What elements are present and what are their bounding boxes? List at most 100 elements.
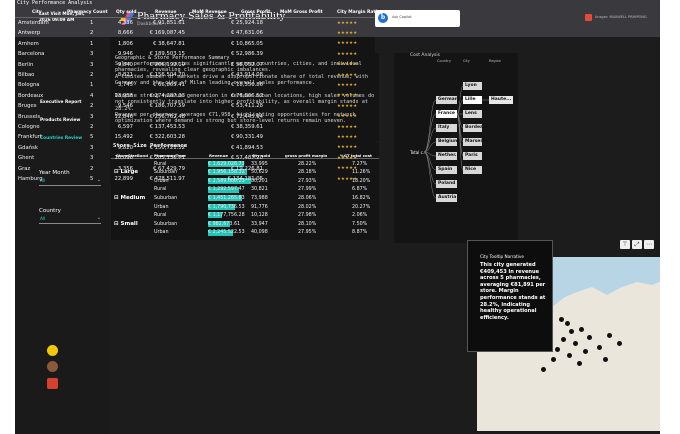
table-row[interactable]: Barcelona 3 9,946 € 189,503.15 € 52,986.39 ★★… [15,49,375,60]
tree-node-country[interactable]: Spain [436,166,457,174]
qty-cell: 10,128 [251,213,268,219]
qty-cell: 30,821 [251,187,268,193]
copilot-search-box[interactable]: b Ask Copilot [375,10,460,27]
table-row[interactable]: Graz 2 3,356 € 67,429.79 € 19,226.81 ★★★★★ [15,164,375,175]
star-rating: ★★★★★ [337,176,358,182]
map-marker[interactable] [561,337,566,342]
gt-cell: 8.87% [352,230,368,236]
table-row[interactable]: Bruges 2 9,546 € 186,707.59 € 53,411.28 ★★★★★ [15,101,375,112]
city-cell: Bordeaux [18,92,44,99]
table-row[interactable]: Hamburg 5 22,899 € 478,511.97 € 134,181.05 ★★… [15,174,375,185]
gpm-cell: 28.10% [298,221,317,227]
revenue-cell: € 186,707.59 [149,103,185,110]
tree-node-city[interactable]: Lens [463,110,482,118]
gross-profit-cell: € 19,226.81 [230,165,263,172]
map-marker[interactable] [603,357,608,362]
revenue-cell: € 67,429.79 [152,165,185,172]
qty-cell: 8,821 [117,72,133,78]
tree-node-country[interactable]: France [436,110,457,118]
qty-cell: 73,988 [251,195,268,201]
map-marker[interactable] [587,335,592,340]
qty-cell: 9,820 [117,144,133,151]
filter-icon[interactable]: ⊤ [620,240,630,249]
tree-node-country[interactable]: Italy [436,124,457,132]
map-marker[interactable] [577,361,582,366]
map-marker[interactable] [583,349,588,354]
pharmacy-type-cell: Suburban [154,221,178,227]
table-row[interactable]: Bologna 1 3,745 € 66,865.41 € 18,556.86 ★★★★★ [15,80,375,91]
table-row[interactable]: Brussels 3 12,846 € 256,762.48 € 72,445.94 ★★… [15,112,375,123]
tree-node-city[interactable]: Paris [463,152,482,160]
table-row[interactable]: Antwerp 2 8,666 € 169,087.45 € 47,631.06 ★★★★… [15,28,375,39]
gross-profit-cell: € 38,359.61 [230,124,263,130]
table-row[interactable]: Suburban € 1,451,265.83 73,988 28.06% 16.82% [111,194,379,202]
qty-cell: 8,666 [117,30,133,37]
map-marker[interactable] [559,317,564,322]
map-marker[interactable] [541,367,546,372]
map-marker[interactable] [551,357,556,362]
map-marker[interactable] [569,329,574,334]
country-dropdown[interactable]: All ⌄ [39,215,101,224]
tree-node-city[interactable]: Lille [463,96,482,104]
table-row[interactable]: Urban € 2,245,522.53 40,098 27.95% 8.87% [111,229,379,237]
tree-node-country[interactable]: Belgium [436,138,459,146]
table-row[interactable]: Rural € 1,177,756.28 10,128 27.98% 2.06% [111,212,379,220]
gross-profit-cell: € 47,631.06 [230,30,263,37]
table-row[interactable]: Gdańsk 3 9,820 € 150,721.52 € 41,894.53 ★★★★★ [15,143,375,154]
table-row[interactable]: Bilbao 2 8,821 € 156,504.70 € 43,914.08 ★★★★★ [15,70,375,81]
qty-cell: 9,546 [117,103,133,110]
table-row[interactable]: Berlin 3 9,840 € 206,192.19 € 58,052.07 ★★★★★ [15,60,375,71]
tree-node-country[interactable]: Germany [436,96,461,104]
table-row[interactable]: Ghent 3 10,096 € 205,136.71 € 57,487.20 ★★★★★ [15,153,375,164]
table-row[interactable]: Amsterdam 1 4,336 € 91,851.61 € 25,924.18 ★★★… [15,18,375,29]
gt-cell: 7.50% [352,221,368,227]
city-cell: Frankfurt [18,134,42,141]
table-row[interactable]: Bordeaux 4 13,956 € 274,287.33 € 76,566.52 ★★… [15,91,375,102]
tree-node-city[interactable]: Marseill... [463,138,490,146]
gmail-icon[interactable] [47,378,58,389]
region-node[interactable]: Haute... [489,96,513,104]
tree-node-country[interactable]: Austria [436,194,457,202]
map-marker[interactable] [573,341,578,346]
table-row[interactable]: Cologne 2 6,597 € 137,453.53 € 38,359.61 ★★★★… [15,122,375,133]
tree-node-city[interactable]: Nice [463,166,482,174]
tree-node-city[interactable]: Bordeaux [463,124,489,132]
table-row[interactable]: Rural € 1,292,597.47 30,821 27.99% 6.87% [111,186,379,194]
star-rating: ★★★★★ [337,114,358,120]
user-icon[interactable] [585,14,592,21]
table-row[interactable]: Arnhem 1 1,806 € 38,647.81 € 10,865.05 ★★★★★ [15,39,375,50]
tree-node-country[interactable]: Nether... [436,152,460,160]
table-row[interactable]: Frankfurt 5 15,492 € 322,603.28 € 90,331.49 ★… [15,132,375,143]
revenue-cell: € 169,087.45 [149,30,185,37]
tooltip-title: City Tooltip Narrative [480,254,524,259]
filter-country-label: Country [39,208,61,214]
revenue-cell: € 2,245,522.53 [208,230,245,236]
map-marker[interactable] [617,341,622,346]
star-rating: ★★★★★ [337,51,358,57]
map-marker[interactable] [555,347,560,352]
revenue-cell: € 322,603.28 [149,134,185,141]
table-row[interactable]: Suburban € 982,673.61 33,947 28.10% 7.50% [111,220,379,228]
table-row[interactable]: Urban € 1,790,736.53 91,776 28.02% 20.27% [111,203,379,211]
revenue-cell: € 206,192.19 [149,61,185,68]
github-icon[interactable] [47,345,58,356]
gt-cell: 6.87% [352,187,368,193]
qty-cell: 40,098 [251,230,268,236]
gpm-cell: 28.06% [298,195,317,201]
map-marker[interactable] [579,327,584,332]
map-marker[interactable] [567,353,572,358]
city-cell: Cologne [18,124,40,130]
profile-avatar[interactable] [47,361,58,372]
city-cell: Arnhem [18,40,39,47]
map-marker[interactable] [597,345,602,350]
revenue-cell: € 1,790,736.53 [208,204,245,210]
map-marker[interactable] [565,321,570,326]
tree-node-city[interactable]: Lyon [463,82,482,90]
tree-node-country[interactable]: Poland [436,180,457,188]
focus-mode-icon[interactable]: ⤢ [632,240,642,249]
more-options-icon[interactable]: ⋯ [644,240,654,249]
map-marker[interactable] [607,333,612,338]
qty-cell: 12,846 [114,113,133,120]
qty-cell: 4,336 [117,20,133,26]
qty-cell: 9,840 [117,61,133,68]
